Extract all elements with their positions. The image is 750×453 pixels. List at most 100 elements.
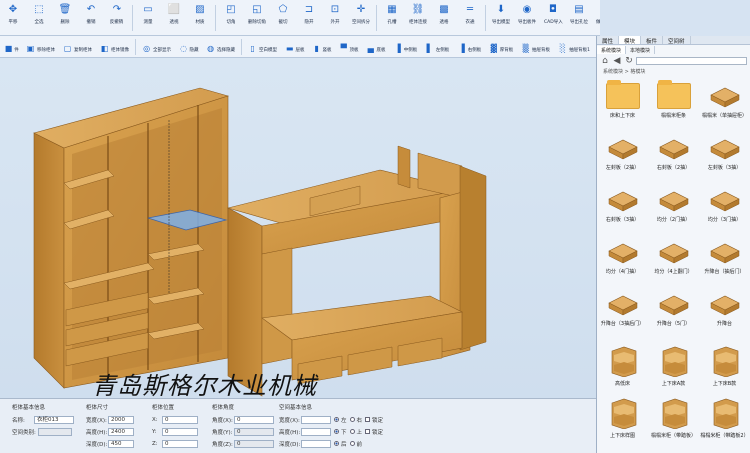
- angle-x-field[interactable]: 0: [234, 415, 274, 424]
- main-tool-button-11[interactable]: ⊐ 隐开: [298, 3, 320, 25]
- sub-tool-button-3[interactable]: ◧ 柜体镜像: [99, 43, 130, 54]
- search-input[interactable]: [636, 57, 747, 65]
- angle-z-field[interactable]: 0: [234, 439, 274, 448]
- tab-local-modules[interactable]: 本地模块: [626, 46, 656, 54]
- module-item[interactable]: 升降台（抽后门）: [699, 233, 750, 285]
- sub-tool-button-0[interactable]: ■ 件: [3, 43, 19, 54]
- sub-tool-button-13[interactable]: ▌ 左侧板: [424, 43, 450, 54]
- main-tool-button-2[interactable]: 🗑 删除: [54, 3, 76, 25]
- sub-tool-button-6[interactable]: ◍ 选择隐藏: [205, 43, 236, 54]
- cabinet-module-icon: [607, 139, 638, 160]
- tab-panels[interactable]: 板件: [641, 36, 664, 45]
- back-radio[interactable]: [334, 441, 339, 446]
- width-field[interactable]: 2000: [108, 415, 134, 424]
- sub-tool-button-9[interactable]: ▮ 竖板: [311, 43, 332, 54]
- sub-tool-button-11[interactable]: ▄ 底板: [365, 43, 386, 54]
- main-tool-button-21[interactable]: ▤ 导出孔位: [568, 3, 590, 25]
- tab-system-modules[interactable]: 系统模块: [597, 46, 627, 54]
- space-height-field[interactable]: [301, 427, 331, 436]
- sub-tool-button-8[interactable]: ▬ 层板: [284, 43, 305, 54]
- top-radio[interactable]: [349, 429, 355, 434]
- tab-modules[interactable]: 模块: [619, 36, 642, 45]
- home-icon[interactable]: ⌂: [600, 56, 610, 66]
- module-item[interactable]: 升降台（3抽后门）: [597, 285, 648, 337]
- module-item[interactable]: 上下床样图: [597, 389, 648, 441]
- sub-tool-button-17[interactable]: ░ 抽屉背板1: [557, 43, 591, 54]
- main-tool-button-0[interactable]: ✥ 平移: [2, 3, 24, 25]
- main-tool-button-20[interactable]: ◘ CAD导入: [542, 3, 564, 25]
- main-tool-button-4[interactable]: ↷ 反撤销: [106, 3, 128, 25]
- left-radio[interactable]: [334, 417, 339, 422]
- main-tool-button-6[interactable]: ⬜ 透视: [163, 3, 185, 25]
- space-type-label: 空间类别:: [12, 429, 36, 436]
- module-item[interactable]: 床和上下床: [597, 77, 648, 129]
- module-item[interactable]: 榻榻米柜（带踏板）: [648, 389, 699, 441]
- module-item[interactable]: 右封板（2抽）: [648, 129, 699, 181]
- lock-height-checkbox[interactable]: [365, 429, 371, 434]
- main-tool-button-13[interactable]: ✛ 空间拆分: [350, 3, 372, 25]
- 3d-viewport[interactable]: 青岛斯格尔木业机械: [0, 58, 596, 398]
- module-item[interactable]: 上下床B款: [699, 337, 750, 389]
- back-icon[interactable]: ◀: [612, 56, 622, 66]
- module-item[interactable]: 均分（4门抽）: [597, 233, 648, 285]
- sub-tool-button-2[interactable]: ▢ 复制柜体: [62, 43, 93, 54]
- module-item[interactable]: 左封板（2抽）: [597, 129, 648, 181]
- right-radio[interactable]: [349, 417, 355, 422]
- angle-y-field[interactable]: 0: [234, 427, 274, 436]
- module-item[interactable]: 榻榻米柜条: [648, 77, 699, 129]
- module-item[interactable]: 榻榻米柜（带踏板2）: [699, 389, 750, 441]
- main-tool-button-17[interactable]: ═ 衣通: [459, 3, 481, 25]
- space-depth-field[interactable]: [301, 439, 331, 448]
- refresh-icon[interactable]: ↻: [624, 56, 634, 66]
- sub-tool-button-5[interactable]: ◌ 隐藏: [178, 43, 199, 54]
- main-tool-button-14[interactable]: ▦ 孔槽: [381, 3, 403, 25]
- main-tool-button-18[interactable]: ⬇ 导出模型: [490, 3, 512, 25]
- module-item[interactable]: 升降台: [699, 285, 750, 337]
- module-item[interactable]: 上下床A款: [648, 337, 699, 389]
- main-tool-button-22[interactable]: ▥做好柜体: [594, 3, 600, 25]
- main-tool-button-15[interactable]: ⛓ 柜体连接: [407, 3, 429, 25]
- sub-tool-button-1[interactable]: ▣ 移除柜体: [25, 43, 56, 54]
- pos-z-field[interactable]: 0: [162, 439, 198, 448]
- module-item[interactable]: 均分（2门抽）: [648, 181, 699, 233]
- module-item[interactable]: 高低床: [597, 337, 648, 389]
- module-item[interactable]: 右封板（3抽）: [597, 181, 648, 233]
- main-tool-button-9[interactable]: ◱ 删除切角: [246, 3, 268, 25]
- name-field[interactable]: 衣柜013: [34, 415, 74, 424]
- lock-width-checkbox[interactable]: [365, 417, 371, 422]
- sub-tool-button-16[interactable]: ▒ 抽屉背板: [520, 43, 551, 54]
- tab-space-tree[interactable]: 空间树: [663, 36, 691, 45]
- front-radio[interactable]: [349, 441, 355, 446]
- module-item[interactable]: 均分（3门抽）: [699, 181, 750, 233]
- module-item[interactable]: 左封板（3抽）: [699, 129, 750, 181]
- main-tool-button-16[interactable]: ▩ 透格: [433, 3, 455, 25]
- module-item[interactable]: 升降台（5门）: [648, 285, 699, 337]
- main-tool-button-10[interactable]: ⬠ 截切: [272, 3, 294, 25]
- sub-tool-button-12[interactable]: ▐ 中侧板: [392, 43, 418, 54]
- module-item[interactable]: 均分（4上翻门）: [648, 233, 699, 285]
- main-tool-button-7[interactable]: ▨ 材质: [189, 3, 211, 25]
- main-tool-button-3[interactable]: ↶ 撤销: [80, 3, 102, 25]
- height-field[interactable]: 2400: [108, 427, 134, 436]
- tab-properties[interactable]: 属性: [597, 36, 620, 45]
- main-tool-button-8[interactable]: ◰ 切角: [220, 3, 242, 25]
- sub-tool-button-7[interactable]: ▯ 空白模型: [247, 43, 278, 54]
- sub-tool-button-4[interactable]: ◎ 全部显示: [141, 43, 172, 54]
- main-tool-button-12[interactable]: ⊡ 外开: [324, 3, 346, 25]
- space-type-field[interactable]: [38, 427, 72, 436]
- main-tool-button-19[interactable]: ◉ 导出板件: [516, 3, 538, 25]
- main-tool-button-5[interactable]: ▭ 测量: [137, 3, 159, 25]
- sub-tool-button-15[interactable]: ▓ 厚背板: [488, 43, 514, 54]
- depth-field[interactable]: 450: [108, 439, 134, 448]
- group-title: 空间基本信息: [279, 405, 313, 411]
- sub-tool-button-14[interactable]: ▐ 右侧板: [456, 43, 482, 54]
- tool-label: 竖板: [322, 46, 332, 53]
- pos-y-field[interactable]: 0: [162, 427, 198, 436]
- main-tool-button-1[interactable]: ⬚ 全选: [28, 3, 50, 25]
- furniture-model[interactable]: [0, 58, 596, 398]
- space-width-field[interactable]: [301, 415, 331, 424]
- bottom-radio[interactable]: [334, 429, 339, 434]
- sub-tool-button-10[interactable]: ▀ 顶板: [338, 43, 359, 54]
- pos-x-field[interactable]: 0: [162, 415, 198, 424]
- module-item[interactable]: 榻榻米（单抽屉柜）: [699, 77, 750, 129]
